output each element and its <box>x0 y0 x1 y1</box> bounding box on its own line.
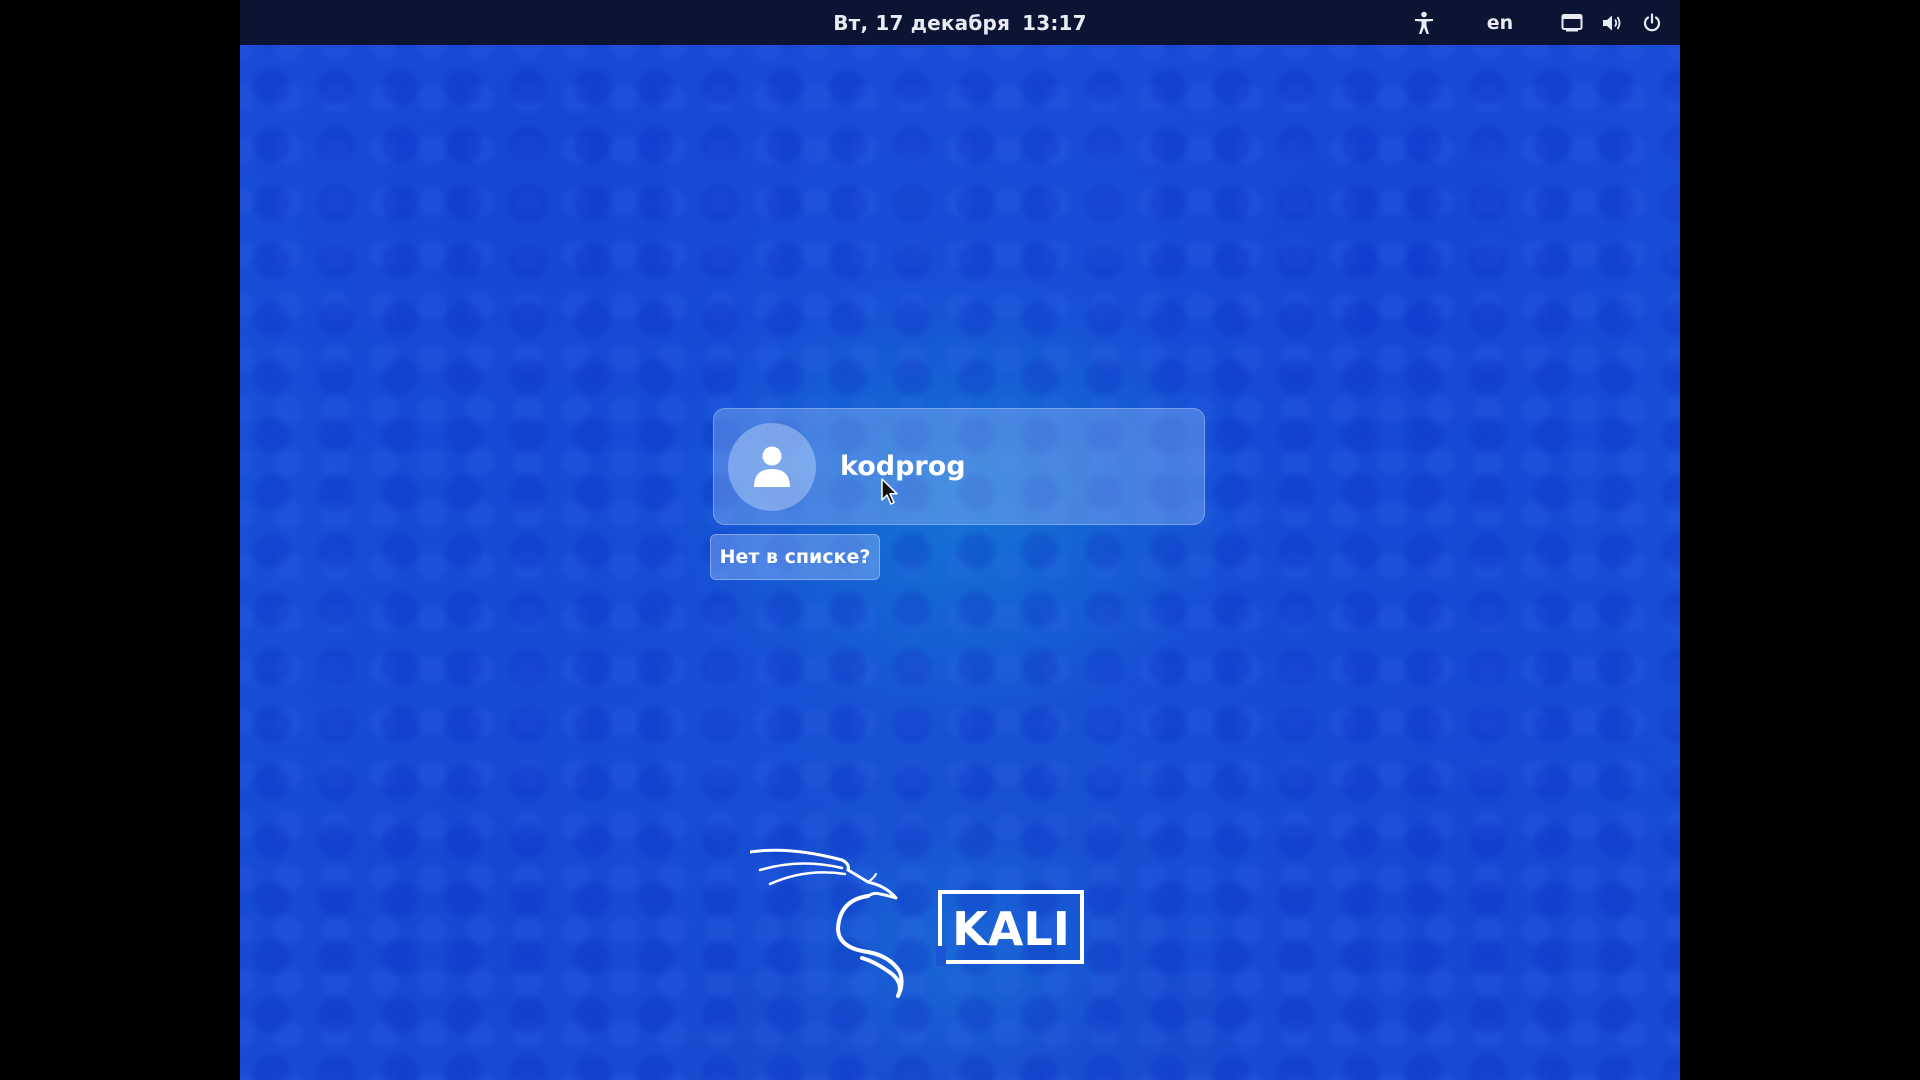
letterbox-right <box>1680 0 1920 1080</box>
kali-dragon-icon <box>748 848 904 998</box>
avatar <box>728 422 816 511</box>
kali-logo: KALI <box>748 848 1170 1012</box>
date-label: Вт, 17 декабря <box>833 10 1011 35</box>
mouse-cursor-icon <box>880 478 900 510</box>
power-icon[interactable] <box>1632 0 1672 45</box>
top-bar: Вт, 17 декабря 13:17 en <box>240 0 1680 45</box>
kali-wordmark: KALI <box>936 890 1084 966</box>
logo-text: KALI <box>952 902 1070 956</box>
not-listed-button[interactable]: Нет в списке? <box>710 534 880 580</box>
letterbox-left <box>0 0 240 1080</box>
user-icon <box>754 446 790 487</box>
keyboard-layout-indicator[interactable]: en <box>1480 0 1520 45</box>
username-label: kodprog <box>840 451 966 482</box>
system-tray: en <box>1404 0 1680 45</box>
network-icon[interactable] <box>1552 0 1592 45</box>
login-screen: Вт, 17 декабря 13:17 en kodprog Нет в сп… <box>240 0 1680 1080</box>
user-list-item[interactable]: kodprog <box>713 408 1205 525</box>
volume-icon[interactable] <box>1592 0 1632 45</box>
accessibility-icon[interactable] <box>1404 0 1444 45</box>
time-label: 13:17 <box>1022 10 1087 35</box>
